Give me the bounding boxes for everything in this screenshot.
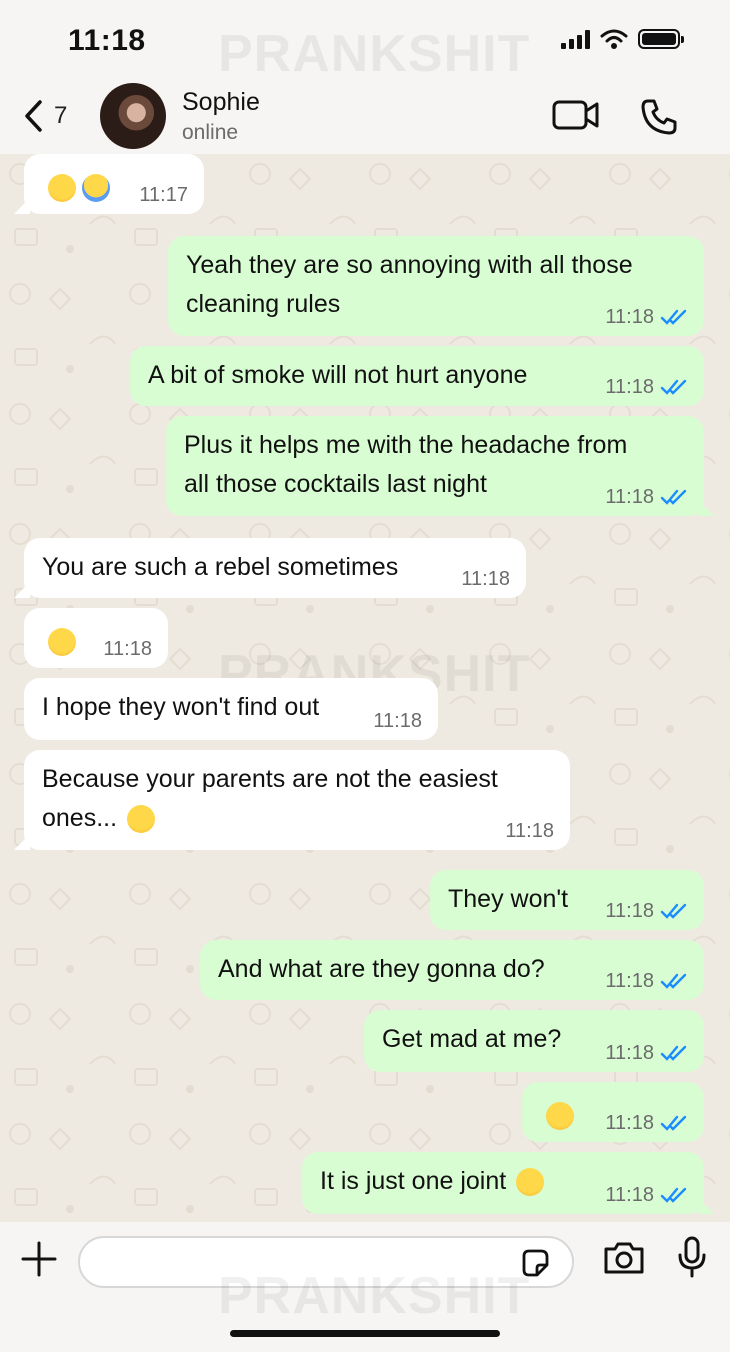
voice-call-button[interactable] [640, 98, 678, 141]
unread-count: 7 [54, 102, 68, 129]
message-text: And what are they gonna do? [218, 955, 545, 983]
message-time: 11:18 [605, 900, 654, 922]
tongue-emoji-icon [516, 1168, 545, 1197]
message-text: Plus it helps me with the headache from … [184, 431, 628, 498]
message-time: 11:18 [605, 1112, 654, 1134]
avatar[interactable] [100, 83, 166, 149]
message-meta: 11:18 [605, 1184, 688, 1206]
message-meta: 11:18 [605, 900, 688, 922]
read-receipt-icon [660, 973, 687, 989]
chevron-left-icon [25, 100, 42, 132]
message-meta: 11:18 [605, 306, 688, 328]
read-receipt-icon [660, 379, 687, 395]
message-text: It is just one joint [320, 1162, 545, 1201]
incoming-message[interactable]: Because your parents are not the easiest… [14, 750, 570, 850]
outgoing-message[interactable]: Get mad at me? 11:18 [364, 1010, 704, 1072]
message-meta: 11:17 [139, 184, 188, 206]
video-camera-icon [552, 100, 599, 130]
status-bar: 11:18 PRANKSHIT [0, 0, 730, 83]
contact-name: Sophie [182, 88, 260, 116]
attach-button[interactable] [20, 1240, 58, 1283]
message-meta: 11:18 [605, 1112, 688, 1134]
pleading-emoji-icon [546, 1102, 574, 1131]
message-text: You are such a rebel sometimes [42, 553, 399, 581]
sticker-icon [522, 1249, 549, 1277]
outgoing-message[interactable]: It is just one joint 11:18 [302, 1152, 714, 1214]
flushed-emoji-icon [127, 805, 156, 834]
scream-emoji-icon [82, 174, 110, 203]
message-text: Yeah they are so annoying with all those… [186, 251, 633, 318]
message-time: 11:18 [605, 376, 654, 398]
video-call-button[interactable] [552, 98, 600, 137]
read-receipt-icon [660, 903, 687, 919]
message-text [540, 1096, 574, 1135]
phone-icon [641, 99, 677, 135]
plus-icon [21, 1241, 57, 1277]
chat-header: 7 Sophie online [0, 80, 730, 154]
outgoing-message[interactable]: They won't 11:18 [430, 870, 704, 930]
message-meta: 11:18 [605, 486, 688, 508]
message-time: 11:17 [139, 184, 188, 206]
message-meta: 11:18 [605, 376, 688, 398]
message-meta: 11:18 [373, 710, 422, 732]
message-time: 11:18 [373, 710, 422, 732]
read-receipt-icon [660, 489, 687, 505]
contact-status: online [182, 121, 239, 144]
message-time: 11:18 [605, 1042, 654, 1064]
sticker-button[interactable] [520, 1248, 550, 1283]
message-time: 11:18 [505, 820, 554, 842]
read-receipt-icon [660, 309, 687, 325]
chat-area[interactable]: PRANKSHIT 11:17Yeah they are so annoying… [0, 154, 730, 1222]
outgoing-message[interactable]: A bit of smoke will not hurt anyone 11:18 [130, 346, 704, 406]
message-meta: 11:18 [505, 820, 554, 842]
message-meta: 11:18 [605, 970, 688, 992]
home-indicator [230, 1330, 500, 1337]
watermark: PRANKSHIT [218, 25, 531, 83]
incoming-message[interactable]: I hope they won't find out 11:18 [24, 678, 438, 740]
wifi-icon [600, 29, 628, 49]
message-time: 11:18 [605, 306, 654, 328]
incoming-message[interactable]: 11:17 [14, 154, 204, 214]
joy-emoji-icon [48, 174, 76, 203]
message-text [42, 622, 76, 661]
message-meta: 11:18 [461, 568, 510, 590]
message-text: They won't [448, 885, 569, 913]
outgoing-message[interactable]: Yeah they are so annoying with all those… [168, 236, 704, 336]
laughing-emoji-icon [48, 628, 76, 657]
outgoing-message[interactable]: Plus it helps me with the headache from … [166, 416, 714, 516]
outgoing-message[interactable]: And what are they gonna do? 11:18 [200, 940, 704, 1000]
message-text [42, 168, 110, 207]
back-button[interactable]: 7 [22, 98, 67, 134]
message-time: 11:18 [605, 1184, 654, 1206]
message-time: 11:18 [103, 638, 152, 660]
message-meta: 11:18 [103, 638, 152, 660]
microphone-icon [678, 1236, 706, 1278]
camera-button[interactable] [602, 1240, 646, 1281]
message-text: I hope they won't find out [42, 693, 320, 721]
read-receipt-icon [660, 1115, 687, 1131]
input-bar: PRANKSHIT [0, 1222, 730, 1352]
battery-icon [638, 29, 684, 49]
message-input[interactable] [78, 1236, 574, 1288]
message-text: Get mad at me? [382, 1025, 562, 1053]
read-receipt-icon [660, 1187, 687, 1203]
microphone-button[interactable] [676, 1236, 708, 1283]
message-time: 11:18 [605, 486, 654, 508]
signal-icon [561, 29, 590, 49]
message-text: Because your parents are not the easiest… [42, 765, 498, 834]
outgoing-message[interactable]: 11:18 [522, 1082, 704, 1142]
message-time: 11:18 [605, 970, 654, 992]
incoming-message[interactable]: 11:18 [24, 608, 168, 668]
read-receipt-icon [660, 1045, 687, 1061]
message-meta: 11:18 [605, 1042, 688, 1064]
status-time: 11:18 [68, 24, 146, 57]
contact-info[interactable]: Sophie online [182, 88, 260, 145]
incoming-message[interactable]: You are such a rebel sometimes 11:18 [14, 538, 526, 598]
message-time: 11:18 [461, 568, 510, 590]
camera-icon [604, 1242, 644, 1274]
message-text: A bit of smoke will not hurt anyone [148, 361, 528, 389]
